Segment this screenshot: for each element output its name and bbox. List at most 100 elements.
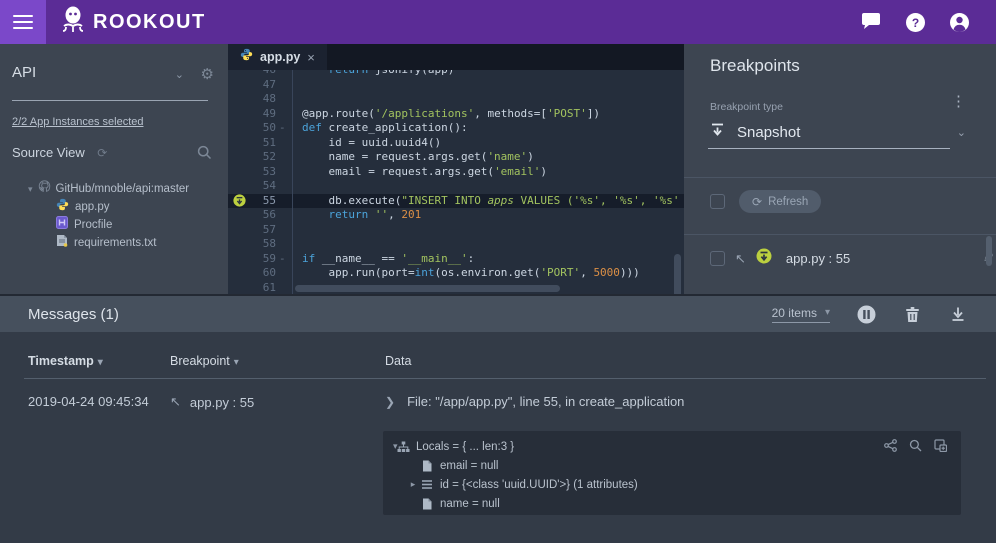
line-number[interactable]: 49 <box>250 107 276 122</box>
breakpoint-gutter[interactable] <box>228 281 250 295</box>
fold-gutter <box>276 70 290 78</box>
code-line-48: 48 <box>228 92 684 107</box>
kebab-menu-icon[interactable]: ⋮ <box>951 92 966 110</box>
line-number[interactable]: 57 <box>250 223 276 238</box>
chat-icon[interactable] <box>860 11 882 33</box>
line-number[interactable]: 47 <box>250 78 276 93</box>
line-number[interactable]: 51 <box>250 136 276 151</box>
column-header-timestamp[interactable]: Timestamp▾ <box>28 354 103 368</box>
locals-child-row[interactable]: ▸id = {<class 'uuid.UUID'>} (1 attribute… <box>383 475 961 494</box>
code-line-47: 47 <box>228 78 684 93</box>
breakpoints-scrollbar[interactable] <box>986 236 992 266</box>
code-text <box>292 223 684 238</box>
download-icon[interactable] <box>948 304 968 324</box>
breakpoint-gutter[interactable] <box>228 70 250 78</box>
document-icon <box>419 460 435 472</box>
locals-child-row: name = null <box>383 494 961 513</box>
hamburger-menu-button[interactable] <box>0 0 46 44</box>
breakpoint-gutter[interactable] <box>228 237 250 252</box>
tab-close-icon[interactable]: × <box>307 50 315 65</box>
locals-child-label: email = null <box>440 460 499 472</box>
breakpoint-gutter[interactable] <box>228 179 250 194</box>
project-select[interactable]: API ⌄ ⚙ <box>12 64 216 82</box>
tab-label: app.py <box>260 50 300 64</box>
message-row[interactable]: 2019-04-24 09:45:34 ↖ app.py : 55 ❯ File… <box>0 394 996 420</box>
help-icon[interactable]: ? <box>904 11 926 33</box>
fold-gutter <box>276 237 290 252</box>
breakpoint-gutter[interactable] <box>228 78 250 93</box>
add-to-watch-icon[interactable] <box>934 439 947 452</box>
breakpoint-gutter[interactable] <box>228 136 250 151</box>
tree-file-app-py[interactable]: app.py <box>0 198 228 216</box>
code-line-52: 52 name = request.args.get('name') <box>228 150 684 165</box>
tree-file-requirements-txt[interactable]: requirements.txt <box>0 234 228 252</box>
breakpoint-gutter[interactable] <box>228 252 250 267</box>
items-per-page-select[interactable]: 20 items ▾ <box>772 306 830 323</box>
tree-root-repo[interactable]: ▾ GitHub/mnoble/api:master <box>0 180 228 198</box>
locals-root-row[interactable]: ▾ Locals = { ... len:3 } <box>383 437 961 456</box>
code-line-50: 50-def create_application(): <box>228 121 684 136</box>
share-icon[interactable] <box>884 439 897 452</box>
breakpoint-gutter[interactable] <box>228 223 250 238</box>
line-number[interactable]: 48 <box>250 92 276 107</box>
line-number[interactable]: 53 <box>250 165 276 180</box>
app-instances-link[interactable]: 2/2 App Instances selected <box>12 116 143 128</box>
breakpoint-type-select[interactable]: Snapshot ⌄ <box>710 122 950 142</box>
message-data-cell[interactable]: ❯ File: "/app/app.py", line 55, in creat… <box>385 394 684 409</box>
breakpoint-gutter[interactable] <box>228 165 250 180</box>
tab-app-py[interactable]: app.py × <box>228 44 327 70</box>
trash-icon[interactable] <box>902 304 922 324</box>
line-number[interactable]: 61 <box>250 281 276 295</box>
breakpoint-status-icon <box>756 248 772 269</box>
refresh-row: ⟳ Refresh <box>710 190 821 213</box>
document-icon <box>419 498 435 510</box>
code-text <box>292 78 684 93</box>
breakpoint-list-item[interactable]: ↖ app.py : 55 ✎ <box>710 248 980 269</box>
search-icon[interactable] <box>909 439 922 452</box>
line-number[interactable]: 58 <box>250 237 276 252</box>
breakpoint-checkbox[interactable] <box>710 251 725 266</box>
breakpoint-icon[interactable] <box>228 194 250 209</box>
select-all-checkbox[interactable] <box>710 194 725 209</box>
line-number[interactable]: 54 <box>250 179 276 194</box>
locals-actions <box>884 439 947 452</box>
breakpoints-title: Breakpoints <box>710 56 800 76</box>
caret-right-icon[interactable]: ▸ <box>407 479 419 490</box>
account-icon[interactable] <box>948 11 970 33</box>
line-number[interactable]: 55 <box>250 194 276 209</box>
logo-text: ROOKOUT <box>93 11 206 34</box>
fold-marker[interactable]: - <box>276 121 290 136</box>
line-number[interactable]: 46 <box>250 70 276 78</box>
message-timestamp: 2019-04-24 09:45:34 <box>28 394 149 409</box>
line-number[interactable]: 50 <box>250 121 276 136</box>
fold-gutter <box>276 223 290 238</box>
editor-horizontal-scrollbar[interactable] <box>295 285 560 292</box>
line-number[interactable]: 60 <box>250 266 276 281</box>
line-number[interactable]: 59 <box>250 252 276 267</box>
breakpoint-gutter[interactable] <box>228 266 250 281</box>
code-line-56: 56 return '', 201 <box>228 208 684 223</box>
search-icon[interactable] <box>197 145 212 165</box>
breakpoint-gutter[interactable] <box>228 150 250 165</box>
rookout-octopus-icon <box>60 5 86 40</box>
code-line-55: 55 db.execute("INSERT INTO apps VALUES (… <box>228 194 684 209</box>
line-number[interactable]: 56 <box>250 208 276 223</box>
column-header-breakpoint[interactable]: Breakpoint▾ <box>170 354 239 368</box>
pause-icon[interactable] <box>856 304 876 324</box>
tree-file-procfile[interactable]: Procfile <box>0 216 228 234</box>
fold-marker[interactable]: - <box>276 252 290 267</box>
code-line-59: 59-if __name__ == '__main__': <box>228 252 684 267</box>
breakpoint-gutter[interactable] <box>228 121 250 136</box>
gear-icon[interactable]: ⚙ <box>201 65 214 83</box>
breakpoint-gutter[interactable] <box>228 92 250 107</box>
fold-gutter <box>276 281 290 295</box>
breakpoint-gutter[interactable] <box>228 208 250 223</box>
breakpoint-gutter[interactable] <box>228 107 250 122</box>
github-icon <box>38 180 51 198</box>
northwest-arrow-icon: ↖ <box>735 251 746 267</box>
line-number[interactable]: 52 <box>250 150 276 165</box>
sync-icon[interactable]: ⟳ <box>97 146 107 160</box>
refresh-button[interactable]: ⟳ Refresh <box>739 190 821 213</box>
breakpoint-type-underline <box>708 148 950 149</box>
editor-vertical-scrollbar[interactable] <box>674 254 681 294</box>
